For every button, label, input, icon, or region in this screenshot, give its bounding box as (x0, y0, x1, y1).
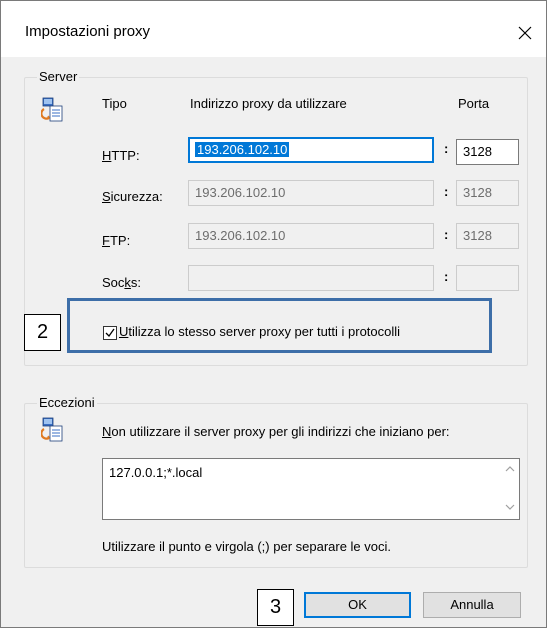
ok-button[interactable]: OK (304, 592, 411, 618)
same-proxy-label[interactable]: Utilizza lo stesso server proxy per tutt… (119, 324, 400, 339)
scroll-down-icon[interactable] (501, 499, 519, 517)
ftp-colon: : (444, 227, 449, 242)
proxy-settings-dialog: Impostazioni proxy Server Tipo Indirizzo… (0, 0, 547, 628)
security-label: Sicurezza: (102, 189, 163, 204)
socks-label: Socks: (102, 275, 142, 290)
socks-colon: : (444, 269, 449, 284)
ftp-address-input[interactable]: 193.206.102.10 (188, 223, 434, 249)
security-address-input[interactable]: 193.206.102.10 (188, 180, 434, 206)
title-bar: Impostazioni proxy (1, 1, 546, 57)
exceptions-scrollbar[interactable] (501, 459, 519, 519)
exceptions-description: Non utilizzare il server proxy per gli i… (102, 424, 450, 439)
http-port-input[interactable]: 3128 (456, 139, 519, 165)
close-button[interactable] (508, 15, 542, 49)
header-port: Porta (458, 96, 490, 111)
network-settings-icon (41, 97, 63, 122)
socks-port-input[interactable] (456, 265, 519, 291)
dialog-title: Impostazioni proxy (25, 23, 151, 40)
same-proxy-checkbox[interactable] (103, 326, 117, 340)
step-3-marker: 3 (257, 589, 294, 626)
security-colon: : (444, 184, 449, 199)
exceptions-hint: Utilizzare il punto e virgola (;) per se… (102, 539, 392, 554)
ftp-label: FTP: (102, 233, 131, 248)
cancel-button[interactable]: Annulla (423, 592, 521, 618)
exceptions-textarea[interactable]: 127.0.0.1;*.local (102, 458, 520, 520)
header-type: Tipo (102, 96, 127, 111)
http-label: HTTP: (102, 148, 140, 163)
checkmark-icon (105, 328, 115, 338)
exceptions-legend: Eccezioni (39, 395, 95, 410)
http-colon: : (444, 141, 449, 156)
header-address: Indirizzo proxy da utilizzare (190, 96, 347, 111)
scroll-up-icon[interactable] (501, 461, 519, 479)
server-legend: Server (39, 69, 78, 84)
http-address-input[interactable]: 193.206.102.10 (188, 137, 434, 163)
close-icon (518, 26, 532, 40)
exceptions-value: 127.0.0.1;*.local (109, 465, 203, 480)
ftp-port-input[interactable]: 3128 (456, 223, 519, 249)
exceptions-icon (41, 417, 63, 442)
security-port-input[interactable]: 3128 (456, 180, 519, 206)
socks-address-input[interactable] (188, 265, 434, 291)
step-2-marker: 2 (24, 314, 61, 351)
